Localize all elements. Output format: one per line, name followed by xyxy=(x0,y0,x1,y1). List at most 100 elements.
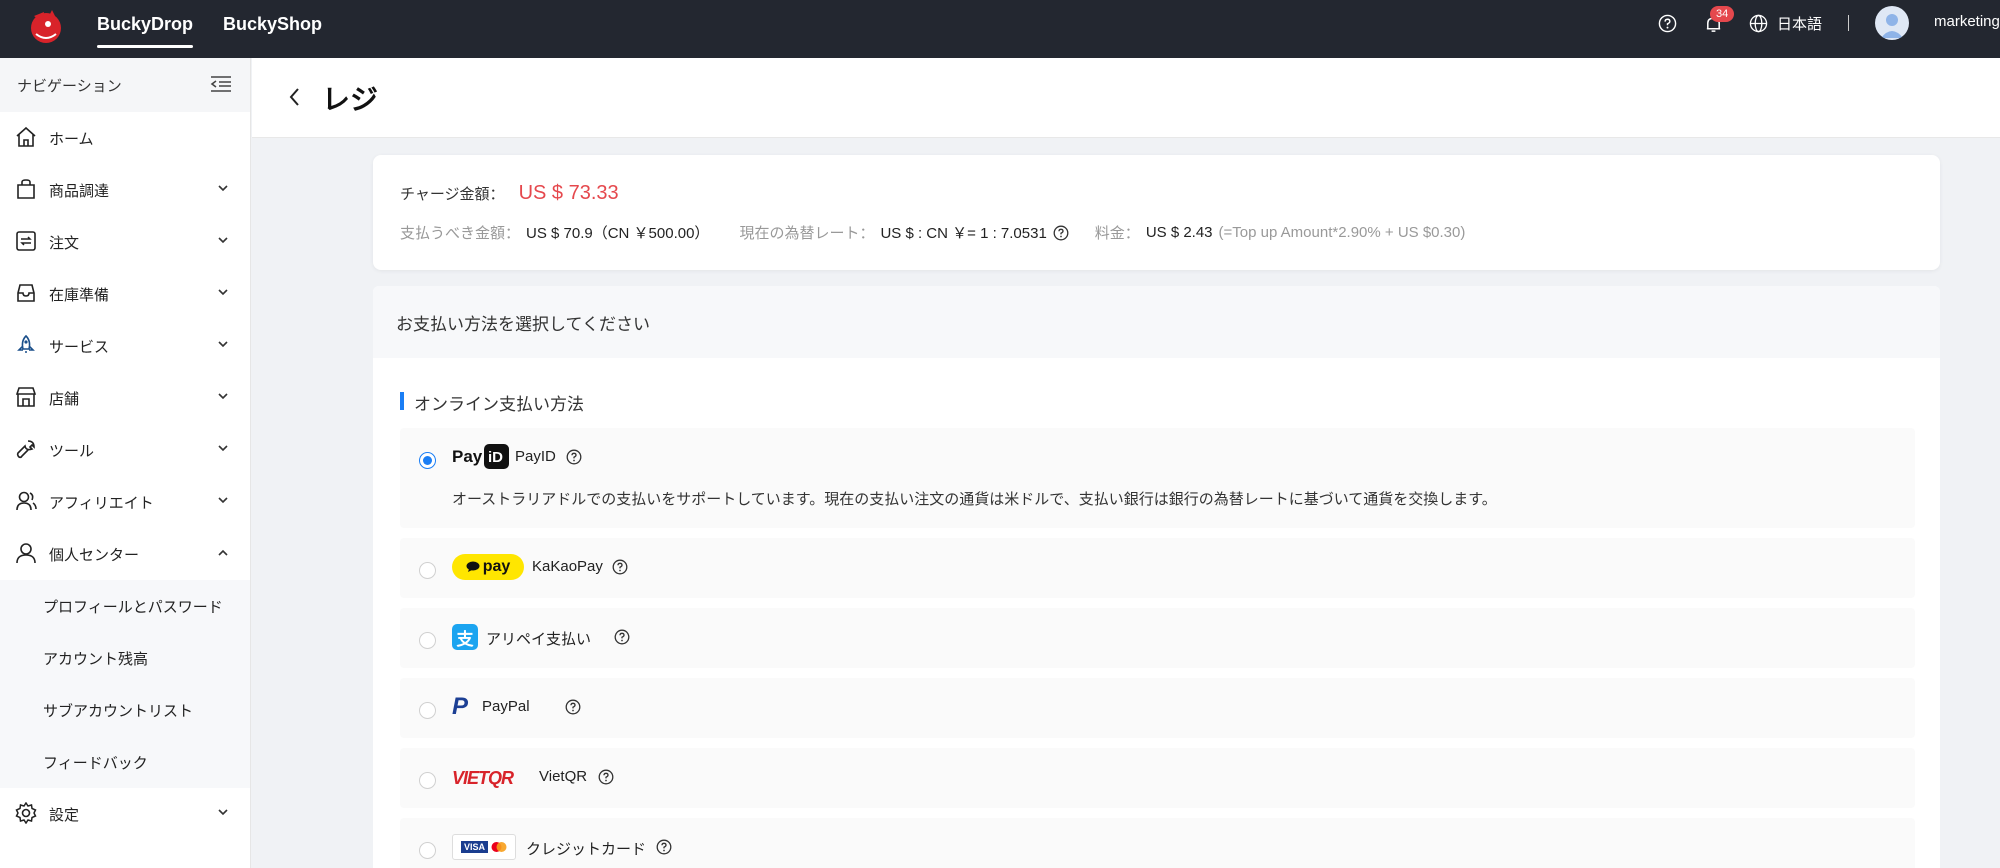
chevron-down-icon xyxy=(218,497,228,504)
help-icon[interactable] xyxy=(565,699,581,715)
help-icon[interactable] xyxy=(1658,14,1677,33)
top-bar: BuckyDrop BuckyShop 34 日本語 marketing xyxy=(0,0,2000,58)
kakaopay-name: KaKaoPay xyxy=(532,558,603,575)
chevron-down-icon xyxy=(218,341,228,348)
sidebar-subitem-profile-password[interactable]: プロフィールとパスワード xyxy=(0,580,250,632)
alipay-name: アリペイ支払い xyxy=(486,631,592,648)
avatar[interactable] xyxy=(1875,6,1909,40)
chevron-down-icon xyxy=(218,237,228,244)
nav-header-title: ナビゲーション xyxy=(17,77,122,95)
kakaopay-logo-icon: pay xyxy=(452,554,524,580)
sidebar-subitem-subaccount-list[interactable]: サブアカウントリスト xyxy=(0,684,250,736)
paypal-logo-icon: P xyxy=(452,693,469,720)
payment-method-paypal[interactable]: P PayPal xyxy=(400,678,1915,738)
payment-method-vietqr[interactable]: VIETQR VietQR xyxy=(400,748,1915,808)
payment-method-credit-card[interactable]: VISA クレジットカード xyxy=(400,818,1915,868)
bucky-logo-icon[interactable] xyxy=(22,4,66,48)
topbar-divider xyxy=(1848,15,1849,31)
fee-value: US $ 2.43 xyxy=(1145,224,1213,241)
affiliate-icon xyxy=(16,491,37,511)
sidebar-item-label: サービス xyxy=(49,338,110,356)
kakaopay-radio[interactable] xyxy=(419,562,436,579)
sidebar-item-settings[interactable]: 設定 xyxy=(0,788,250,840)
sidebar-item-label: 商品調達 xyxy=(49,182,110,200)
rate-help-icon[interactable] xyxy=(1053,225,1069,241)
sidebar-item-label: アフィリエイト xyxy=(49,494,154,512)
payid-radio[interactable] xyxy=(419,452,436,469)
user-name[interactable]: marketing xyxy=(1934,13,2000,30)
alipay-logo-icon: 支 xyxy=(452,624,478,650)
home-icon xyxy=(16,126,36,147)
gear-icon xyxy=(15,802,37,824)
chevron-down-icon xyxy=(218,809,228,816)
payid-logo-icon: Pay iD xyxy=(452,444,510,469)
credit-card-logo-icon: VISA xyxy=(452,834,516,860)
online-payment-section-title: オンライン支払い方法 xyxy=(400,390,584,415)
tab-buckyshop[interactable]: BuckyShop xyxy=(223,0,322,48)
exchange-rate-value: US $ : CN ￥= 1 : 7.0531 xyxy=(880,225,1047,242)
order-icon xyxy=(16,231,36,251)
sidebar-subitem-account-balance[interactable]: アカウント残高 xyxy=(0,632,250,684)
exchange-rate-label: 現在の為替レート： xyxy=(739,225,875,242)
sidebar-item-label: ホーム xyxy=(49,130,94,148)
sidebar-item-services[interactable]: サービス xyxy=(0,320,250,372)
sidebar-item-label: 店舗 xyxy=(49,390,80,408)
sidebar-item-affiliate[interactable]: アフィリエイト xyxy=(0,476,250,528)
sidebar-item-home[interactable]: ホーム xyxy=(0,112,250,164)
payment-method-payid[interactable]: Pay iD PayID オーストラリアドルでの支払いをサポートしています。現在… xyxy=(400,428,1915,528)
sidebar-item-label: 設定 xyxy=(49,806,80,824)
page-header: レジ xyxy=(252,58,2000,138)
help-icon[interactable] xyxy=(566,449,582,465)
fee-formula: (=Top up Amount*2.90% + US $0.30) xyxy=(1218,224,1466,241)
sidebar-item-inventory[interactable]: 在庫準備 xyxy=(0,268,250,320)
payment-method-alipay[interactable]: 支 アリペイ支払い xyxy=(400,608,1915,668)
chevron-up-icon xyxy=(218,549,228,556)
payable-label: 支払うべき金額： xyxy=(400,225,521,242)
charge-amount-label: チャージ金額： xyxy=(400,186,505,203)
alipay-radio[interactable] xyxy=(419,632,436,649)
sidebar: ナビゲーション ホーム 商品調達 注文 在庫準備 サービス 店舗 ツール アフィ… xyxy=(0,58,251,868)
inbox-icon xyxy=(17,284,35,302)
payment-heading: お支払い方法を選択してください xyxy=(373,286,1940,358)
paypal-name: PayPal xyxy=(482,698,530,715)
fee-label: 料金： xyxy=(1094,225,1140,242)
page-title: レジ xyxy=(322,84,379,115)
menu-collapse-icon[interactable] xyxy=(210,75,232,93)
bag-icon xyxy=(17,179,35,199)
help-icon[interactable] xyxy=(656,839,672,855)
vietqr-name: VietQR xyxy=(539,768,588,785)
sidebar-item-label: 在庫準備 xyxy=(49,286,110,304)
sidebar-item-tools[interactable]: ツール xyxy=(0,424,250,476)
help-icon[interactable] xyxy=(598,769,614,785)
sidebar-item-label: 個人センター xyxy=(49,546,140,564)
rocket-icon xyxy=(17,334,35,353)
sidebar-item-orders[interactable]: 注文 xyxy=(0,216,250,268)
sidebar-subitem-feedback[interactable]: フィードバック xyxy=(0,736,250,788)
sidebar-item-sourcing[interactable]: 商品調達 xyxy=(0,164,250,216)
charge-amount-value: US $ 73.33 xyxy=(518,182,619,204)
nav-header: ナビゲーション xyxy=(0,58,250,112)
personal-center-submenu: プロフィールとパスワード アカウント残高 サブアカウントリスト フィードバック xyxy=(0,580,250,788)
notification-badge: 34 xyxy=(1710,6,1735,22)
globe-icon[interactable] xyxy=(1749,14,1768,33)
back-arrow-icon[interactable] xyxy=(288,87,300,107)
help-icon[interactable] xyxy=(614,629,630,645)
sidebar-item-store[interactable]: 店舗 xyxy=(0,372,250,424)
payable-value: US $ 70.9（CN ￥500.00） xyxy=(526,225,710,242)
store-icon xyxy=(15,387,37,407)
chevron-down-icon xyxy=(218,185,228,192)
tab-buckydrop[interactable]: BuckyDrop xyxy=(97,0,194,48)
help-icon[interactable] xyxy=(612,559,628,575)
credit-card-radio[interactable] xyxy=(419,842,436,859)
chevron-down-icon xyxy=(218,393,228,400)
credit-card-name: クレジットカード xyxy=(526,841,647,858)
sidebar-item-personal-center[interactable]: 個人センター xyxy=(0,528,250,580)
language-selector[interactable]: 日本語 xyxy=(1777,13,1822,34)
chevron-down-icon xyxy=(218,289,228,296)
svg-text:iD: iD xyxy=(488,449,503,466)
paypal-radio[interactable] xyxy=(419,702,436,719)
amount-summary-card: チャージ金額： US $ 73.33 支払うべき金額： US $ 70.9（CN… xyxy=(373,155,1940,270)
wrench-icon xyxy=(16,440,35,459)
vietqr-radio[interactable] xyxy=(419,772,436,789)
payment-method-kakaopay[interactable]: pay KaKaoPay xyxy=(400,538,1915,598)
